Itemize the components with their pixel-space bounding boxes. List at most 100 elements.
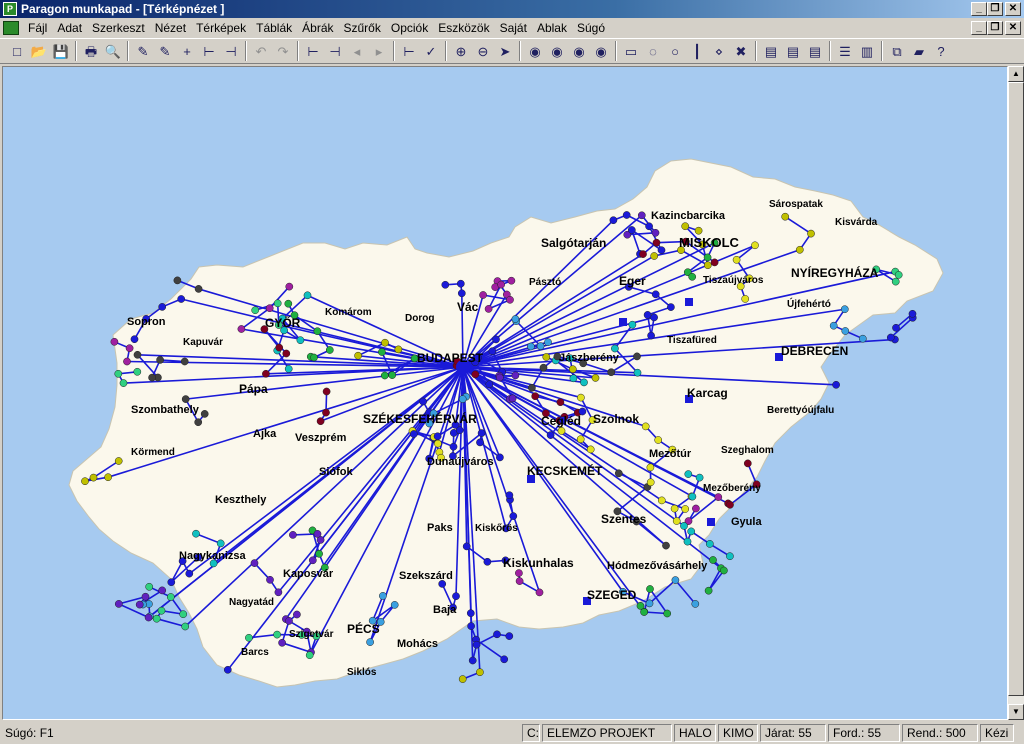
stop-marker[interactable] — [622, 211, 631, 219]
table-1-icon[interactable]: ▤ — [760, 40, 782, 62]
city-label[interactable]: Paks — [427, 522, 453, 534]
stop-marker[interactable] — [500, 655, 509, 664]
stop-marker[interactable] — [466, 609, 475, 618]
stop-marker[interactable] — [705, 540, 714, 548]
stop-marker[interactable] — [741, 295, 750, 303]
stop-marker[interactable] — [650, 252, 659, 260]
city-label[interactable]: NYÍREGYHÁZA — [791, 265, 879, 280]
stop-marker[interactable] — [135, 600, 144, 609]
title-bar[interactable]: P Paragon munkapad - [Térképnézet ] _ ❐ … — [0, 0, 1024, 18]
stop-marker[interactable] — [81, 477, 89, 486]
city-label[interactable]: Ajka — [253, 428, 277, 440]
stop-marker[interactable] — [273, 299, 282, 308]
stop-marker[interactable] — [245, 633, 253, 642]
stop-marker[interactable] — [614, 469, 623, 478]
check-icon[interactable]: ✓ — [420, 40, 442, 62]
menu-item-5[interactable]: Táblák — [251, 18, 297, 38]
stop-marker[interactable] — [192, 529, 200, 538]
city-label[interactable]: Keszthely — [215, 494, 267, 506]
stop-marker[interactable] — [173, 276, 182, 285]
city-label[interactable]: MISKOLC — [679, 235, 740, 250]
stop-marker[interactable] — [479, 291, 487, 299]
stop-marker[interactable] — [394, 345, 403, 354]
stop-marker[interactable] — [662, 541, 670, 550]
document-icon[interactable] — [3, 21, 19, 35]
stop-marker[interactable] — [703, 253, 712, 262]
stop-marker[interactable] — [194, 285, 203, 293]
stop-marker[interactable] — [647, 331, 655, 340]
city-label[interactable]: Tiszaújváros — [703, 275, 764, 286]
stop-marker[interactable] — [485, 380, 494, 389]
stop-marker[interactable] — [483, 557, 492, 566]
stop-marker[interactable] — [285, 617, 293, 625]
stop-marker[interactable] — [114, 369, 123, 378]
stop-marker[interactable] — [89, 473, 98, 482]
stop-marker[interactable] — [646, 478, 655, 487]
stop-marker[interactable] — [472, 640, 481, 649]
minimize-button[interactable]: _ — [971, 2, 987, 16]
app-icon[interactable]: P — [3, 2, 17, 16]
stop-marker[interactable] — [274, 588, 283, 597]
merge-icon[interactable]: ⊣ — [220, 40, 242, 62]
stop-marker[interactable] — [681, 222, 690, 231]
select-lasso-icon[interactable]: ◌ — [642, 40, 664, 62]
stop-marker[interactable] — [684, 470, 693, 478]
stop-marker[interactable] — [569, 374, 578, 383]
stop-marker[interactable] — [130, 335, 139, 344]
stop-marker[interactable] — [720, 566, 728, 575]
stop-marker[interactable] — [388, 371, 397, 379]
stop-marker[interactable] — [223, 665, 232, 674]
city-label[interactable]: Szolnok — [593, 412, 639, 426]
zoom-in-icon[interactable]: ⊕ — [450, 40, 472, 62]
city-label[interactable]: Komárom — [325, 307, 372, 318]
restore-button[interactable]: ❐ — [987, 2, 1003, 16]
stop-marker[interactable] — [477, 429, 486, 437]
stop-marker[interactable] — [289, 531, 297, 539]
stop-marker[interactable] — [858, 334, 867, 343]
help-icon[interactable]: ? — [930, 40, 952, 62]
stop-marker[interactable] — [672, 517, 681, 525]
city-label[interactable]: Hódmezővásárhely — [607, 560, 708, 572]
select-line-icon[interactable]: ┃ — [686, 40, 708, 62]
stop-marker[interactable] — [273, 630, 281, 639]
stop-marker[interactable] — [539, 363, 548, 372]
stop-marker[interactable] — [471, 370, 480, 379]
stop-marker[interactable] — [743, 459, 752, 468]
stop-marker[interactable] — [177, 295, 186, 303]
stop-marker[interactable] — [732, 255, 741, 264]
stop-marker[interactable] — [308, 556, 317, 565]
stop-marker[interactable] — [152, 614, 161, 623]
stop-marker[interactable] — [296, 336, 305, 345]
stop-marker[interactable] — [892, 323, 900, 332]
stop-marker[interactable] — [310, 353, 318, 362]
city-label[interactable]: Mezőtúr — [649, 448, 692, 460]
stop-marker[interactable] — [462, 542, 471, 551]
city-label[interactable]: Sárospatak — [769, 199, 823, 210]
stop-marker[interactable] — [303, 291, 312, 300]
city-label[interactable]: Jászberény — [559, 352, 620, 364]
stop-marker[interactable] — [795, 245, 804, 254]
stop-marker[interactable] — [185, 569, 194, 578]
stop-marker[interactable] — [609, 216, 618, 225]
stop-marker[interactable] — [313, 327, 322, 336]
city-label[interactable]: Szeghalom — [721, 445, 774, 456]
stop-marker[interactable] — [670, 504, 679, 513]
menu-item-9[interactable]: Eszközök — [433, 18, 494, 38]
stop-marker[interactable] — [511, 315, 520, 323]
stop-marker[interactable] — [683, 537, 692, 546]
stop-marker[interactable] — [641, 422, 650, 431]
stop-marker[interactable] — [316, 417, 325, 426]
city-label[interactable]: Dorog — [405, 313, 434, 324]
city-label[interactable]: Mezőberény — [703, 483, 761, 494]
stop-marker[interactable] — [179, 610, 188, 619]
city-label[interactable]: Körmend — [131, 447, 175, 458]
mdi-close-button[interactable]: ✕ — [1005, 21, 1021, 35]
stop-marker[interactable] — [123, 357, 131, 366]
city-label[interactable]: Siófok — [319, 466, 353, 478]
stop-marker[interactable] — [546, 431, 555, 439]
stop-marker[interactable] — [496, 453, 504, 462]
stop-marker[interactable] — [528, 383, 536, 392]
stop-marker[interactable] — [265, 304, 274, 313]
stop-marker[interactable] — [114, 457, 123, 465]
city-label[interactable]: Gyula — [731, 516, 762, 528]
